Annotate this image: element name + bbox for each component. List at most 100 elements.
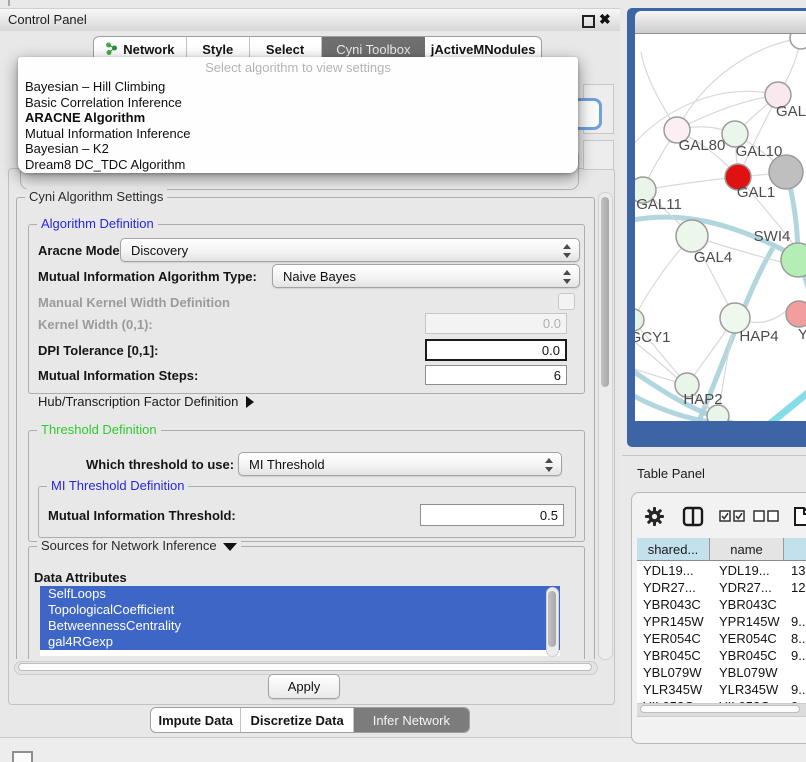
column-header-shared-name[interactable]: shared... [637, 538, 710, 561]
scrollbar-thumb[interactable] [601, 197, 609, 387]
tab-select-label: Select [266, 42, 304, 57]
dropdown-item-list: Bayesian – Hill ClimbingBasic Correlatio… [18, 79, 578, 173]
settings-horizontal-scrollbar[interactable] [14, 661, 598, 675]
sources-group-title[interactable]: Sources for Network Inference [37, 538, 241, 553]
scrollbar-thumb[interactable] [18, 663, 592, 671]
table-cell[interactable]: YDL19... [637, 562, 710, 579]
table-cell[interactable]: YER054C [710, 630, 784, 647]
data-attribute-item[interactable]: SelfLoops [40, 586, 560, 602]
hub-definition-expander[interactable]: Hub/Transcription Factor Definition [38, 394, 254, 409]
network-node-gal4[interactable] [676, 220, 708, 252]
node-label: HAP4 [739, 328, 778, 345]
mi-threshold-field[interactable]: 0.5 [420, 504, 564, 526]
settings-gear-icon[interactable] [644, 506, 665, 532]
table-row[interactable]: YBR045CYBR045C9... [637, 647, 806, 664]
column-header-name[interactable]: name [710, 538, 784, 561]
manual-kernel-label: Manual Kernel Width Definition [38, 295, 230, 310]
algorithm-option[interactable]: Bayesian – Hill Climbing [18, 79, 578, 95]
collapse-down-icon [223, 543, 237, 551]
table-cell[interactable]: 12... [784, 579, 806, 596]
dpi-tolerance-field[interactable]: 0.0 [425, 339, 567, 361]
table-cell[interactable]: 9... [784, 613, 806, 630]
mi-algorithm-type-combo[interactable]: Naive Bayes [272, 264, 580, 288]
table-row[interactable]: YER054CYER054C8... [637, 630, 806, 647]
table-cell[interactable]: YBR043C [710, 596, 784, 613]
table-row[interactable]: YLR345WYLR345W9... [637, 681, 806, 698]
table-cell[interactable]: YLR345W [637, 681, 710, 698]
mi-steps-label: Mutual Information Steps: [38, 368, 198, 383]
column-layout-icon[interactable] [682, 506, 704, 532]
algorithm-option[interactable]: Mutual Information Inference [18, 126, 578, 142]
table-row[interactable]: YBR043CYBR043C [637, 596, 806, 613]
apply-button-label: Apply [288, 679, 321, 694]
table-cell[interactable]: 13... [784, 562, 806, 579]
list-vertical-scrollbar[interactable] [546, 587, 559, 657]
scrollbar-thumb[interactable] [640, 705, 800, 713]
which-threshold-combo[interactable]: MI Threshold [238, 452, 562, 476]
table-cell[interactable]: YDL19... [710, 562, 784, 579]
table-cell[interactable]: YBR045C [710, 647, 784, 664]
table-cell[interactable]: 9... [784, 647, 806, 664]
node-label: Y [798, 326, 806, 343]
table-cell[interactable]: YBR045C [637, 647, 710, 664]
export-table-icon[interactable] [793, 506, 806, 532]
network-window-titlebar[interactable] [635, 11, 806, 34]
table-row[interactable]: YPR145WYPR145W9... [637, 613, 806, 630]
mi-steps-field[interactable]: 6 [425, 365, 567, 385]
table-row[interactable]: YBL079WYBL079W [637, 664, 806, 681]
network-node[interactable] [707, 405, 729, 421]
control-panel-titlebar[interactable]: Control Panel ✖ [0, 8, 620, 33]
select-none-unchecked-icon[interactable] [753, 510, 779, 528]
table-cell[interactable]: YPR145W [710, 613, 784, 630]
aracne-mode-combo[interactable]: Discovery [120, 238, 580, 262]
table-cell[interactable]: 9... [784, 681, 806, 698]
column-header-partial[interactable]: A [784, 538, 806, 561]
table-cell[interactable]: YDR27... [710, 579, 784, 596]
data-attribute-item[interactable]: BetweennessCentrality [40, 618, 560, 634]
float-window-icon[interactable] [582, 15, 595, 28]
network-node[interactable] [769, 155, 803, 189]
dpi-tolerance-value: 0.0 [542, 343, 560, 358]
data-attributes-list[interactable]: SelfLoopsTopologicalCoefficientBetweenne… [40, 586, 560, 656]
aracne-mode-label: Aracne Mode: [38, 243, 124, 258]
algorithm-option[interactable]: Bayesian – K2 [18, 141, 578, 157]
table-cell[interactable] [784, 664, 806, 681]
table-cell[interactable]: YBR043C [637, 596, 710, 613]
data-attribute-item[interactable]: TopologicalCoefficient [40, 602, 560, 618]
node-table[interactable]: shared... name A YDL19...YDL19...13...YD… [637, 538, 806, 714]
table-cell[interactable]: YBL079W [710, 664, 784, 681]
tab-impute-data[interactable]: Impute Data [151, 708, 241, 732]
data-attribute-item[interactable]: gal4RGexp [40, 634, 560, 650]
kernel-width-field[interactable]: 0.0 [425, 313, 567, 334]
tab-infer-network[interactable]: Infer Network [354, 708, 469, 732]
table-cell[interactable]: YBL079W [637, 664, 710, 681]
bottom-tabbar: Impute Data Discretize Data Infer Networ… [150, 707, 470, 733]
network-node[interactable] [790, 34, 806, 49]
algorithm-option[interactable]: ARACNE Algorithm [18, 110, 578, 126]
table-body[interactable]: YDL19...YDL19...13...YDR27...YDR27...12.… [637, 562, 806, 703]
table-cell[interactable] [784, 596, 806, 613]
table-cell[interactable]: YLR345W [710, 681, 784, 698]
network-node-gcy1[interactable] [635, 309, 644, 331]
algorithm-option[interactable]: Dream8 DC_TDC Algorithm [18, 157, 578, 173]
apply-button[interactable]: Apply [268, 674, 340, 699]
group-title: Algorithm Definition [37, 216, 158, 231]
settings-vertical-scrollbar[interactable] [598, 192, 613, 660]
select-all-checked-icon[interactable] [719, 510, 745, 528]
divider [622, 455, 806, 456]
close-icon[interactable]: ✖ [599, 11, 611, 28]
algorithm-option[interactable]: Basic Correlation Inference [18, 95, 578, 111]
table-cell[interactable]: 8... [784, 630, 806, 647]
manual-kernel-checkbox[interactable] [558, 293, 575, 310]
table-cell[interactable]: YDR27... [637, 579, 710, 596]
table-cell[interactable]: YPR145W [637, 613, 710, 630]
table-cell[interactable]: YER054C [637, 630, 710, 647]
scrollbar-thumb[interactable] [548, 591, 556, 647]
table-horizontal-scrollbar[interactable] [637, 703, 806, 717]
network-node-y[interactable] [786, 301, 806, 327]
tab-discretize-data[interactable]: Discretize Data [241, 708, 353, 732]
minimized-panel-icon[interactable] [12, 751, 33, 762]
network-canvas[interactable]: GALGAL80GAL10GAL1GAL11GAL4SWI4GCY1HAP4YH… [635, 34, 806, 421]
table-row[interactable]: YDR27...YDR27...12... [637, 579, 806, 596]
table-row[interactable]: YDL19...YDL19...13... [637, 562, 806, 579]
